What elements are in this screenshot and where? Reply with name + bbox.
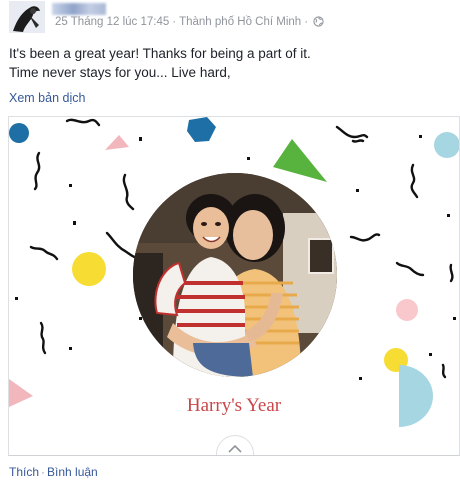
post-text-line-2: Time never stays for you... Live hard, (9, 65, 231, 80)
profile-photo (133, 173, 337, 377)
card-title: Harry's Year (186, 395, 282, 416)
confetti-blue-hexagon (187, 117, 216, 142)
year-in-review-card[interactable]: Harry's Year (8, 116, 460, 456)
confetti-green-triangle (273, 139, 327, 182)
avatar-image (9, 1, 45, 33)
see-translation-link[interactable]: Xem bản dịch (9, 91, 85, 105)
post-location[interactable]: Thành phố Hồ Chí Minh (179, 16, 301, 28)
author-name-blurred[interactable] (52, 3, 106, 15)
post-actions: Thích · Bình luận (9, 465, 98, 479)
meta-separator-2: · (304, 16, 309, 28)
profile-photo-circle[interactable] (133, 173, 337, 377)
chevron-up-icon (228, 444, 242, 453)
confetti-pink-triangle (105, 135, 129, 150)
confetti-blue-dot (9, 123, 29, 143)
post-text-line-1: It's been a great year! Thanks for being… (9, 46, 311, 61)
post-meta: 25 Tháng 12 lúc 17:45 · Thành phố Hồ Chí M… (55, 16, 324, 28)
globe-icon[interactable] (313, 16, 324, 27)
post-body: It's been a great year! Thanks for being… (9, 44, 311, 82)
post-header: 25 Tháng 12 lúc 17:45 · Thành phố Hồ Chí M… (0, 0, 460, 36)
confetti-lightblue-dot (434, 132, 459, 158)
confetti-pink-dot (396, 299, 418, 321)
post-timestamp[interactable]: 25 Tháng 12 lúc 17:45 (55, 16, 169, 28)
actions-separator: · (41, 465, 46, 479)
confetti-yellow-dot (72, 252, 106, 286)
comment-link[interactable]: Bình luận (47, 465, 98, 479)
meta-separator: · (172, 16, 177, 28)
avatar[interactable] (9, 1, 45, 33)
like-link[interactable]: Thích (9, 465, 39, 479)
